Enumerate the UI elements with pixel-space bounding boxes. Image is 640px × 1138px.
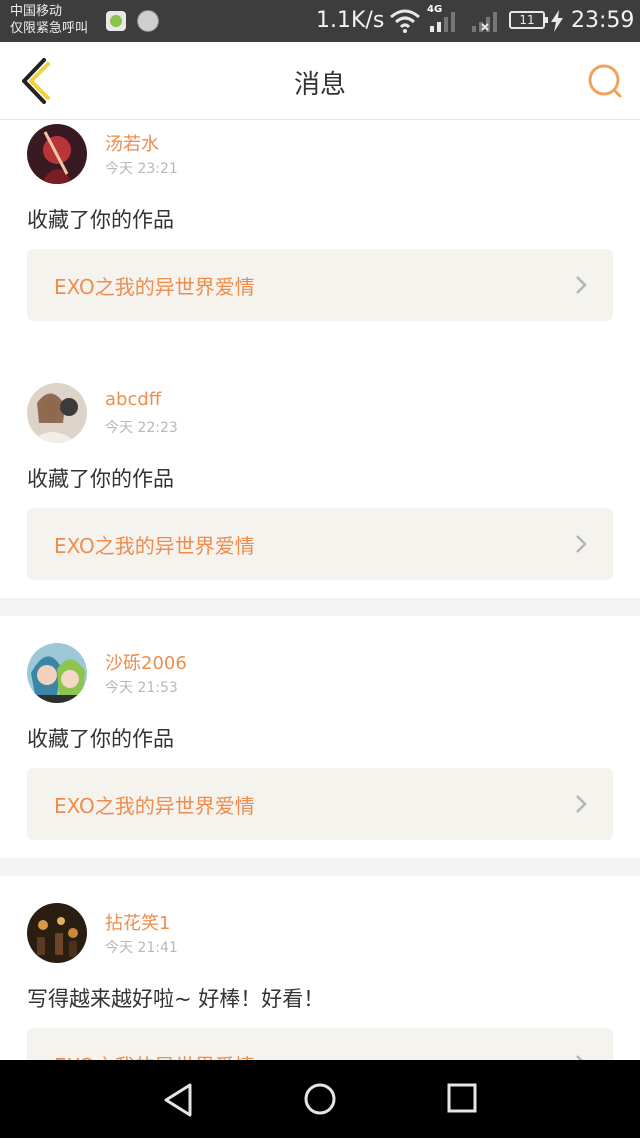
chevron-right-icon xyxy=(576,276,587,294)
battery-icon: 11 xyxy=(509,11,548,29)
message-text: 收藏了你的作品 xyxy=(27,467,174,491)
circle-home-icon[interactable] xyxy=(303,1082,337,1116)
timestamp: 今天 21:41 xyxy=(105,940,178,956)
search-icon[interactable] xyxy=(584,60,628,104)
timestamp: 今天 22:23 xyxy=(105,420,178,436)
message-text: 写得越来越好啦~ 好棒！好看！ xyxy=(27,987,325,1011)
message-card: 汤若水 今天 23:21 收藏了你的作品 EXO之我的异世界爱情 xyxy=(0,120,640,362)
message-card: abcdff 今天 22:23 收藏了你的作品 EXO之我的异世界爱情 xyxy=(0,356,640,598)
charging-icon xyxy=(551,10,563,32)
square-recents-icon[interactable] xyxy=(446,1082,478,1114)
timestamp: 今天 23:21 xyxy=(105,161,178,177)
work-title: EXO之我的异世界爱情 xyxy=(54,534,255,558)
carrier-info: 中国移动 仅限紧急呼叫 xyxy=(10,3,88,37)
chevron-right-icon xyxy=(576,535,587,553)
carrier-name: 中国移动 xyxy=(10,4,63,19)
system-nav-bar xyxy=(0,1060,640,1138)
message-list[interactable]: 汤若水 今天 23:21 收藏了你的作品 EXO之我的异世界爱情 abcdff … xyxy=(0,120,640,1060)
avatar[interactable] xyxy=(27,903,87,963)
message-card: 沙砾2006 今天 21:53 收藏了你的作品 EXO之我的异世界爱情 xyxy=(0,616,640,858)
app-header: 消息 xyxy=(0,42,640,120)
chevron-right-icon xyxy=(576,795,587,813)
work-link[interactable]: EXO之我的异世界爱情 xyxy=(27,768,613,840)
avatar[interactable] xyxy=(27,124,87,184)
clock: 23:59 xyxy=(571,8,635,33)
work-title: EXO之我的异世界爱情 xyxy=(54,794,255,818)
app-notification-icon xyxy=(106,11,126,31)
message-card: 拈花笑1 今天 21:41 写得越来越好啦~ 好棒！好看！ EXO之我的异世界爱… xyxy=(0,876,640,1060)
work-link[interactable]: EXO之我的异世界爱情 xyxy=(27,249,613,321)
avatar[interactable] xyxy=(27,643,87,703)
wifi-icon xyxy=(390,9,420,33)
signal-icon-sim2 xyxy=(472,12,497,32)
username[interactable]: 汤若水 xyxy=(105,130,159,156)
carrier-status: 仅限紧急呼叫 xyxy=(10,21,89,36)
message-text: 收藏了你的作品 xyxy=(27,727,174,751)
app-notification-icon-2 xyxy=(137,10,159,32)
net-speed: 1.1K/s xyxy=(316,8,385,33)
page-title: 消息 xyxy=(293,70,346,100)
signal-icon xyxy=(430,12,455,32)
work-link[interactable]: EXO之我的异世界爱情 xyxy=(27,1028,613,1060)
work-link[interactable]: EXO之我的异世界爱情 xyxy=(27,508,613,580)
triangle-back-icon[interactable] xyxy=(162,1082,194,1118)
status-bar: 中国移动 仅限紧急呼叫 1.1K/s 4G 11 23:59 xyxy=(0,0,640,42)
work-title: EXO之我的异世界爱情 xyxy=(54,1050,255,1060)
timestamp: 今天 21:53 xyxy=(105,680,178,696)
username[interactable]: 拈花笑1 xyxy=(105,909,170,935)
work-title: EXO之我的异世界爱情 xyxy=(54,275,255,299)
avatar[interactable] xyxy=(27,383,87,443)
username[interactable]: 沙砾2006 xyxy=(105,649,187,675)
message-text: 收藏了你的作品 xyxy=(27,208,174,232)
username[interactable]: abcdff xyxy=(105,389,161,410)
